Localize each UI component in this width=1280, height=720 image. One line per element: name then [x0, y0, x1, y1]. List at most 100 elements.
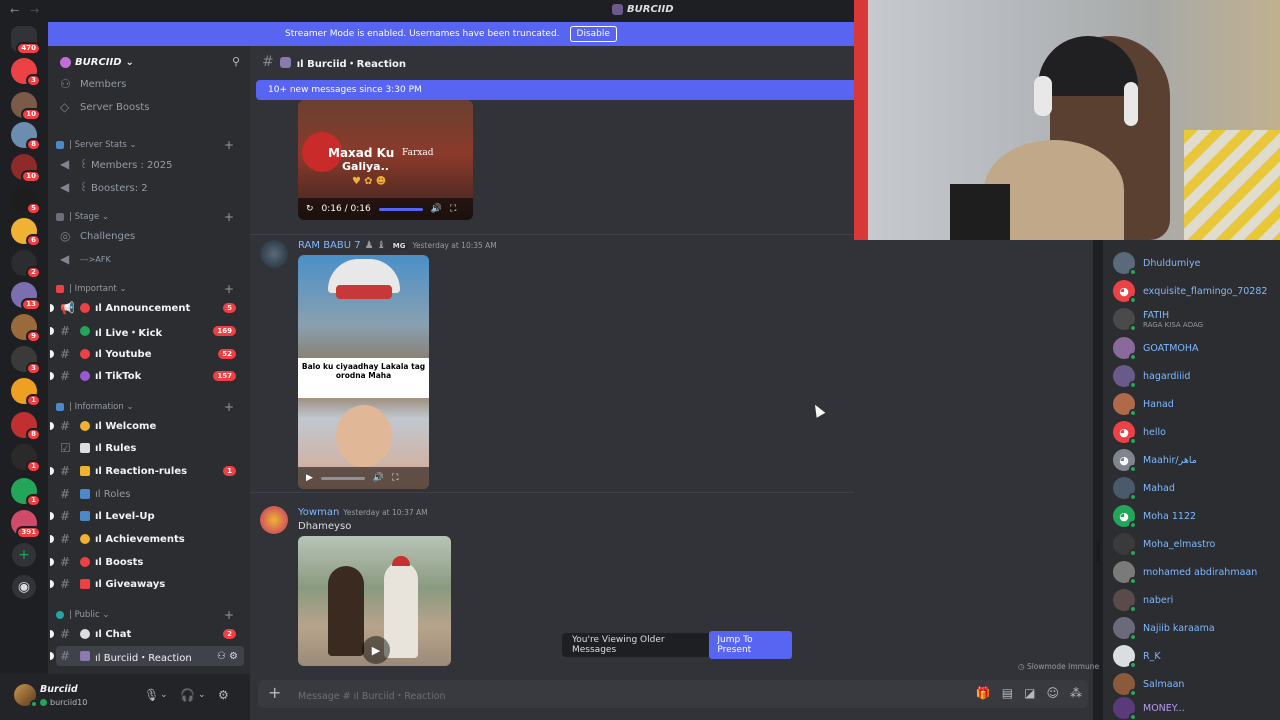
channel-welcome[interactable]: # ıl Welcome	[50, 416, 244, 436]
invite-people-icon[interactable]: ⚲	[232, 55, 240, 68]
server-icon[interactable]: 10	[11, 92, 41, 121]
category-stage[interactable]: | Stage ⌄ +	[56, 209, 244, 225]
message-input[interactable]: Message # ıl Burciid・Reaction	[298, 688, 445, 702]
category-public[interactable]: | Public ⌄ +	[56, 607, 244, 623]
member-item[interactable]: Mahad	[1113, 476, 1278, 501]
server-icon[interactable]: 391	[11, 510, 41, 539]
author-name[interactable]: Yowman	[298, 507, 339, 518]
chevron-down-icon[interactable]: ⌄	[160, 690, 168, 700]
member-item[interactable]: Moha_elmastro	[1113, 532, 1278, 557]
server-icon[interactable]: 8	[11, 122, 41, 151]
member-item[interactable]: GOATMOHA	[1113, 336, 1278, 361]
sidebar-item-server-boosts[interactable]: ◇ Server Boosts	[56, 97, 244, 117]
video-attachment[interactable]: Maxad Ku Farxad Galiya.. ♥ ✿ ☻ ↻ 0:16 / …	[298, 100, 473, 220]
member-item[interactable]: MONEY...	[1113, 696, 1278, 720]
category-information[interactable]: | Information ⌄ +	[56, 399, 244, 415]
progress-bar[interactable]	[378, 207, 423, 211]
member-item[interactable]: FATIH RAGA KISA ADAG	[1113, 307, 1278, 332]
username[interactable]: Burciid	[40, 684, 78, 695]
channel-rules[interactable]: ☑ ıl Rules	[56, 438, 244, 458]
add-server-icon[interactable]: +	[12, 543, 36, 567]
channel-challenges[interactable]: ◎ Challenges	[56, 226, 244, 246]
member-item[interactable]: ◕ Moha 1122	[1113, 504, 1278, 529]
server-icon[interactable]: 1	[11, 478, 41, 507]
play-icon[interactable]: ▶	[362, 636, 390, 664]
server-icon[interactable]: 3	[11, 58, 41, 87]
server-icon[interactable]: 1	[11, 444, 41, 473]
sidebar-item-members[interactable]: ⚇ Members	[56, 74, 244, 94]
server-icon[interactable]: 6	[11, 218, 41, 247]
guild-tag[interactable]: MG	[389, 241, 409, 250]
add-channel-icon[interactable]: +	[224, 138, 234, 152]
progress-bar[interactable]	[320, 476, 365, 480]
message-composer[interactable]: + Message # ıl Burciid・Reaction 🎁 ▤ ◪ ☺ …	[258, 680, 1088, 708]
channel-members-stat[interactable]: ◀ ꒰ Members : 2025	[56, 154, 244, 174]
channel-settings-icon[interactable]: ⚇ ⚙	[217, 651, 238, 662]
fullscreen-icon[interactable]: ⛶	[450, 204, 456, 214]
category-server-stats[interactable]: | Server Stats ⌄ +	[56, 137, 244, 153]
channel-chat[interactable]: # ıl Chat 2	[50, 624, 244, 644]
video-attachment[interactable]: ▶	[298, 536, 451, 666]
server-icon[interactable]: 10	[11, 154, 41, 183]
gif-icon[interactable]: ▤	[1002, 686, 1013, 700]
member-item[interactable]: hagardiiid	[1113, 364, 1278, 389]
add-channel-icon[interactable]: +	[224, 282, 234, 296]
avatar[interactable]	[260, 506, 288, 534]
channel-roles[interactable]: # ıl Roles	[56, 484, 244, 504]
member-item[interactable]: Salmaan	[1113, 672, 1278, 697]
server-icon[interactable]: 3	[11, 346, 41, 375]
explore-servers-icon[interactable]: ◉	[12, 575, 36, 599]
play-icon[interactable]: ▶	[306, 473, 313, 483]
server-icon[interactable]: 2	[11, 250, 41, 279]
channel-level-up[interactable]: # ıl Level-Up	[50, 506, 244, 526]
chevron-down-icon[interactable]: ⌄	[198, 690, 206, 700]
discord-home-icon[interactable]: 470	[11, 26, 41, 55]
member-item[interactable]: R_K	[1113, 644, 1278, 669]
member-item[interactable]: mohamed abdirahmaan	[1113, 560, 1278, 585]
member-item[interactable]: ◕ Maahir/ماهر	[1113, 448, 1278, 473]
channel-achievements[interactable]: # ıl Achievements	[50, 529, 244, 549]
fullscreen-icon[interactable]: ⛶	[392, 473, 398, 483]
jump-to-present-button[interactable]: Jump To Present	[709, 631, 792, 659]
member-item[interactable]: naberi	[1113, 588, 1278, 613]
add-channel-icon[interactable]: +	[224, 400, 234, 414]
server-icon[interactable]: 1	[11, 378, 41, 407]
channel-tiktok[interactable]: # ıl TikTok 157	[50, 366, 244, 386]
channel-giveaways[interactable]: # ıl Giveaways	[50, 574, 244, 594]
member-item[interactable]: Najiib karaama	[1113, 616, 1278, 641]
channel-burciid-reaction[interactable]: # ıl Burciid・Reaction ⚇ ⚙	[50, 646, 244, 666]
headphones-icon[interactable]: 🎧	[180, 688, 195, 702]
channel-live-kick[interactable]: # ıl Live・Kick 169	[50, 321, 244, 341]
avatar[interactable]	[260, 240, 288, 268]
add-attachment-icon[interactable]: +	[268, 683, 281, 702]
volume-icon[interactable]: 🔊	[431, 204, 442, 214]
add-channel-icon[interactable]: +	[224, 210, 234, 224]
gear-icon[interactable]: ⚙	[218, 688, 229, 702]
server-icon[interactable]: 9	[11, 314, 41, 343]
channel-youtube[interactable]: # ıl Youtube 52	[50, 344, 244, 364]
back-arrow-icon[interactable]: ←	[10, 4, 19, 17]
server-icon[interactable]: 13	[11, 282, 41, 311]
forward-arrow-icon[interactable]: →	[30, 4, 39, 17]
member-item[interactable]: Hanad	[1113, 392, 1278, 417]
video-attachment[interactable]: Balo ku ciyaadhay Lakala tag orodna Maha…	[298, 255, 429, 489]
server-icon[interactable]: 5	[11, 186, 41, 215]
sticker-icon[interactable]: ◪	[1024, 686, 1035, 700]
channel-reaction-rules[interactable]: # ıl Reaction-rules 1	[50, 461, 244, 481]
scrollbar-thumb[interactable]	[1096, 540, 1100, 562]
member-item[interactable]: Dhuldumiye	[1113, 251, 1278, 276]
channel-announcement[interactable]: 📢 ıl Announcement 5	[50, 298, 244, 318]
apps-icon[interactable]: ⁂	[1070, 686, 1082, 700]
author-name[interactable]: RAM BABU 7	[298, 240, 361, 251]
channel-boosters-stat[interactable]: ◀ ꒰ Boosters: 2	[56, 177, 244, 197]
new-messages-bar[interactable]: 10+ new messages since 3:30 PM	[256, 80, 854, 100]
emoji-icon[interactable]: ☺	[1046, 686, 1059, 700]
gift-icon[interactable]: 🎁	[976, 686, 991, 700]
channel-boosts[interactable]: # ıl Boosts	[50, 552, 244, 572]
member-item[interactable]: ◕ hello	[1113, 420, 1278, 445]
replay-icon[interactable]: ↻	[306, 204, 314, 214]
category-important[interactable]: | Important ⌄ +	[56, 281, 244, 297]
volume-icon[interactable]: 🔊	[373, 473, 384, 483]
disable-streamer-mode-button[interactable]: Disable	[569, 26, 617, 42]
member-item[interactable]: ◕ exquisite_flamingo_70282	[1113, 279, 1278, 304]
